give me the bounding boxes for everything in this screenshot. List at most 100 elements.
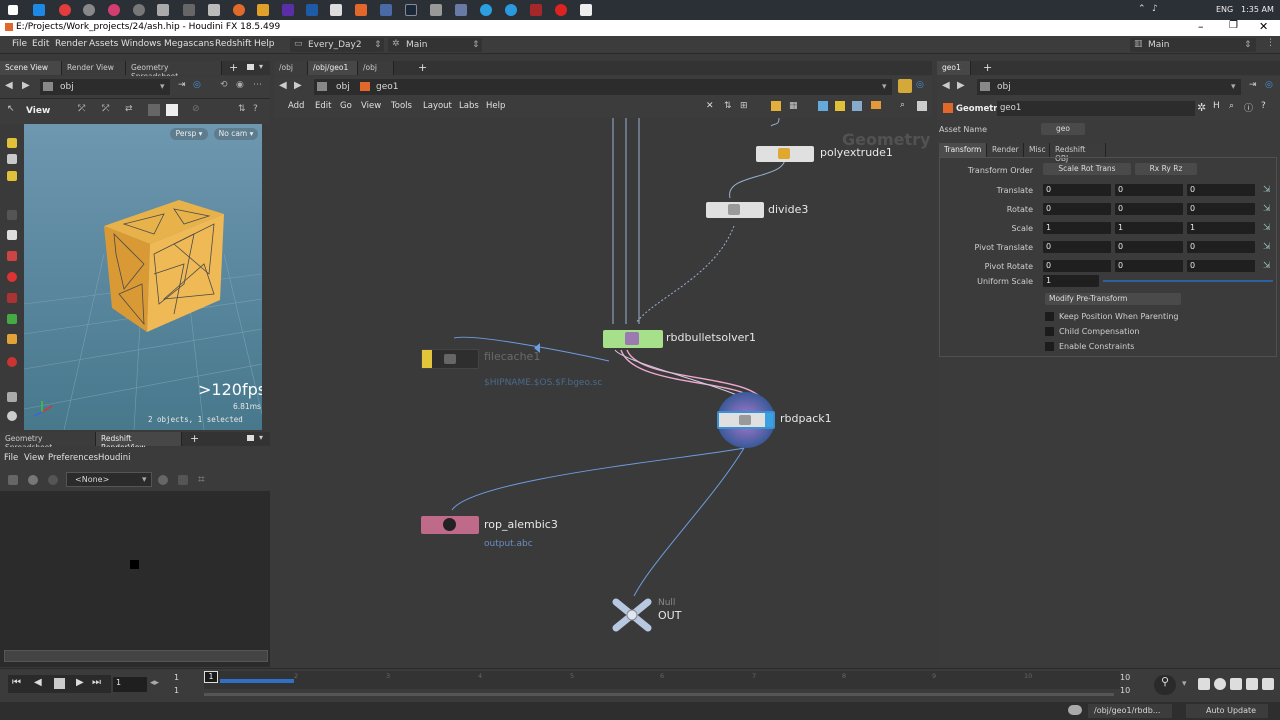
uniform-scale-field[interactable]: 1 [1043,275,1099,287]
net-menu-add[interactable]: Add [288,101,304,111]
gear-icon[interactable]: ✲ [1197,101,1206,114]
rv-menu-file[interactable]: File [4,453,18,463]
network-path-field[interactable]: obj geo1 ▾ [314,79,892,95]
houdini-icon[interactable] [355,4,367,16]
frame-ruler[interactable]: 1 2 3 4 5 6 7 8 9 10 [204,671,1120,689]
realtime-icon[interactable] [1214,678,1226,690]
rv-menu-preferences[interactable]: Preferences [48,453,98,463]
tab-misc[interactable]: Misc [1024,143,1050,157]
dolly-icon[interactable]: ⇄ [125,104,133,114]
node-label-divide[interactable]: divide3 [768,203,808,216]
app-icon[interactable] [430,4,442,16]
channel-icon[interactable]: ⇲ [1263,242,1271,252]
opera-icon[interactable] [555,4,567,16]
tool-icon[interactable] [7,411,17,421]
link-icon[interactable]: ◎ [916,80,924,90]
channel-icon[interactable]: ⇲ [1263,185,1271,195]
transform-tool-icon[interactable] [7,154,17,164]
param-value-field[interactable]: 0 [1043,260,1111,272]
tab-render-view[interactable]: Render View [62,61,126,75]
auto-update-menu[interactable]: Auto Update [1186,704,1268,718]
maximize-pane-icon[interactable] [247,435,254,441]
param-value-field[interactable]: 0 [1043,203,1111,215]
snap-icon[interactable]: ⟲ [220,80,228,90]
net-menu-tools[interactable]: Tools [391,101,412,111]
node-label-out[interactable]: OUT [658,609,681,622]
jump-start-icon[interactable]: ⏮ [12,677,21,688]
dot-icon[interactable] [871,101,881,109]
steam-icon[interactable] [405,4,417,16]
key-icon[interactable]: ⚲ [1154,675,1176,695]
table-view-icon[interactable]: ▦ [789,101,798,111]
tab-obj-geo1[interactable]: /obj/geo1 [308,61,358,75]
tray-chevron-icon[interactable]: ⌃ [1138,4,1146,14]
region-icon[interactable] [178,475,188,485]
step-back-icon[interactable]: ◀ [34,677,42,688]
param-value-field[interactable]: 1 [1043,222,1111,234]
back-arrow-icon[interactable]: ◀ [5,80,13,91]
pin-icon[interactable]: ⇥ [1249,80,1257,90]
net-menu-view[interactable]: View [361,101,381,111]
stop-icon[interactable] [54,678,65,689]
app-icon[interactable] [380,4,392,16]
channel-icon[interactable]: ⇲ [1263,204,1271,214]
crop-icon[interactable]: ⌗ [198,472,205,487]
help-icon[interactable]: ? [1261,101,1266,111]
telegram-icon[interactable] [480,4,492,16]
param-value-field[interactable]: 0 [1115,260,1183,272]
tab-transform[interactable]: Transform [939,143,987,157]
desktop-selector[interactable]: ▭ Every_Day2 ⇕ [290,38,384,52]
tab-obj[interactable]: /obj [274,61,308,75]
image-icon[interactable] [852,101,862,111]
windows-start-icon[interactable] [8,5,18,15]
more-icon[interactable]: ⋮ [1266,38,1275,48]
tab-geometry-spreadsheet-lower[interactable]: Geometry Spreadsheet [0,432,96,452]
settings-icon[interactable]: ⋯ [253,80,262,90]
node-polyextrude1[interactable] [756,146,814,162]
menu-help[interactable]: Help [254,39,275,49]
node-out-null[interactable] [612,598,652,632]
transform-order-menu[interactable]: Scale Rot Trans [1043,163,1131,175]
view-handle-icon[interactable]: ↖ [7,104,15,114]
folder-icon[interactable] [257,4,269,16]
jump-end-icon[interactable]: ⏭ [92,677,101,688]
keep-position-checkbox[interactable] [1045,312,1054,321]
3d-viewport[interactable]: Persp ▾ No cam ▾ >120fps 6.81ms 2 object… [24,124,262,430]
menu-render[interactable]: Render [55,39,87,49]
chevron-down-icon[interactable]: ▾ [1182,679,1187,689]
unreal-icon[interactable] [580,4,592,16]
app-icon[interactable] [157,4,169,16]
close-button[interactable]: ✕ [1259,20,1268,33]
network-box-icon[interactable] [818,101,828,111]
link-icon[interactable]: ◎ [1265,80,1273,90]
list-view-icon[interactable] [771,101,781,111]
photoshop-icon[interactable] [306,4,318,16]
app-icon[interactable] [530,4,542,16]
tab-geo1[interactable]: geo1 [937,61,971,75]
options-icon[interactable] [917,101,927,111]
info-icon[interactable]: ⓘ [1244,101,1253,114]
param-value-field[interactable]: 0 [1115,241,1183,253]
param-value-field[interactable]: 0 [1187,203,1255,215]
range-start-2[interactable]: 1 [174,686,179,695]
display-icon[interactable]: ◉ [236,80,244,90]
back-arrow-icon[interactable]: ◀ [942,80,950,91]
play-icon[interactable]: ▶ [76,677,84,688]
node-label-filecache[interactable]: filecache1 [484,350,540,363]
tool-icon[interactable] [7,293,17,303]
sticky-note-icon[interactable] [835,101,845,111]
lock-icon[interactable] [7,230,17,240]
add-tab-icon[interactable]: + [418,61,427,74]
align-icon[interactable]: ⇅ [724,101,732,111]
discord-icon[interactable] [455,4,467,16]
refresh-icon[interactable] [48,475,58,485]
track-icon[interactable]: ⤱ [102,104,109,114]
add-tab-icon[interactable]: + [983,61,992,74]
enable-constraints-checkbox[interactable] [1045,342,1054,351]
param-value-field[interactable]: 0 [1115,184,1183,196]
net-menu-labs[interactable]: Labs [459,101,479,111]
node-label-rop[interactable]: rop_alembic3 [484,518,558,531]
audio-icon[interactable] [1246,678,1258,690]
node-rbdpack1[interactable] [717,411,775,429]
menu-windows[interactable]: Windows [121,39,161,49]
